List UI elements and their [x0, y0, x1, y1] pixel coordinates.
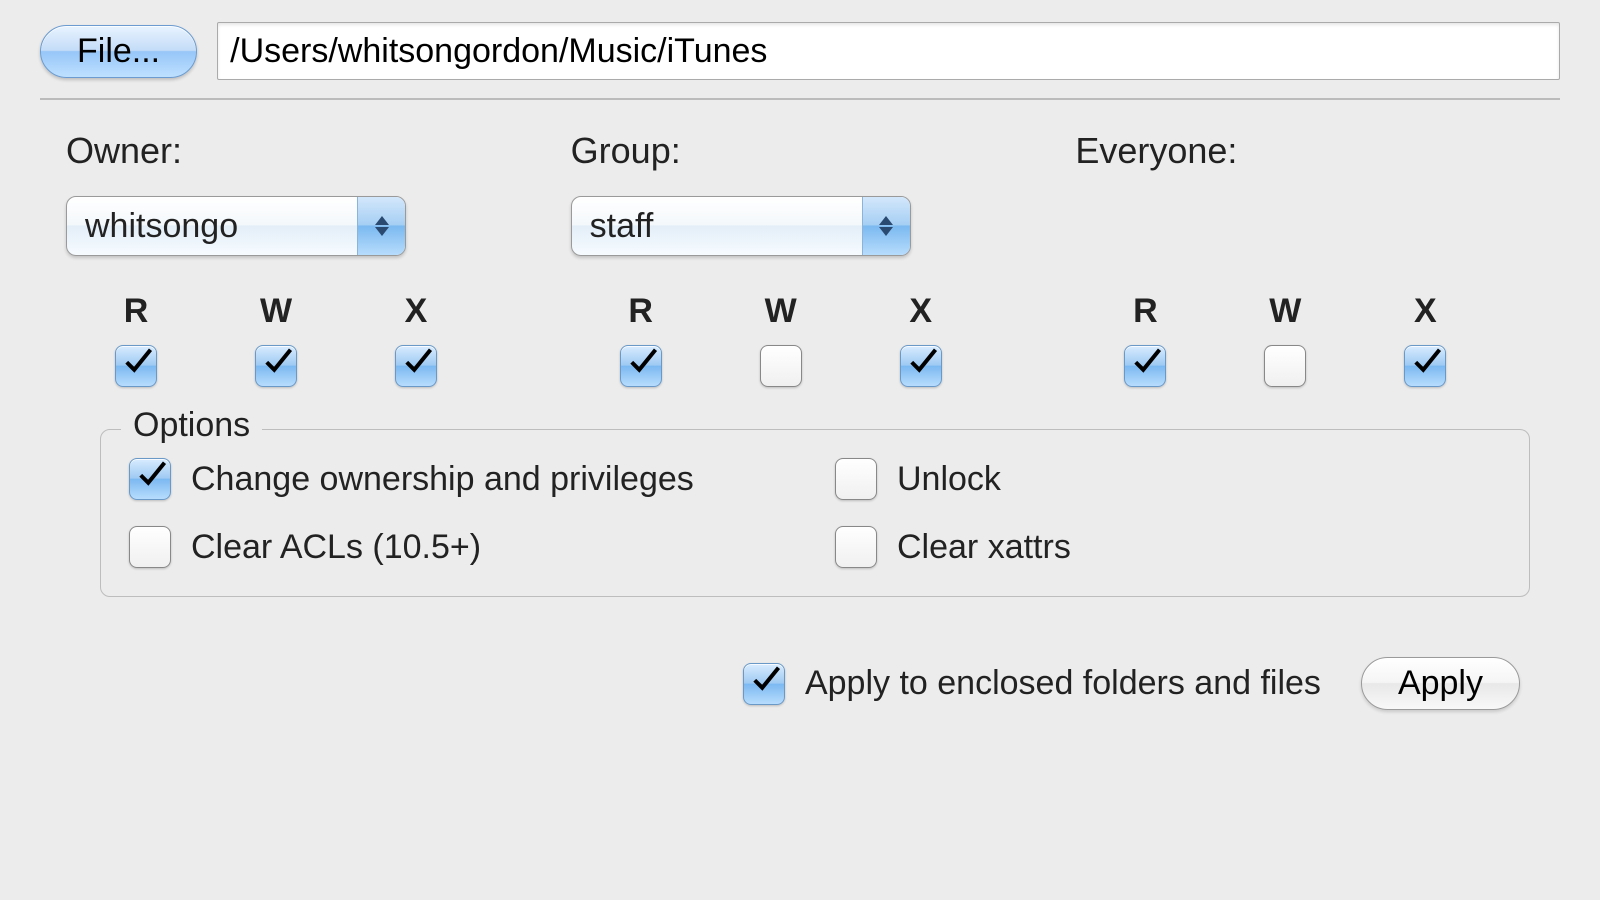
change-ownership-checkbox[interactable] [129, 458, 171, 500]
group-write-checkbox[interactable] [760, 345, 802, 387]
everyone-rwx: R W X [1075, 292, 1560, 387]
owner-select-value: whitsongo [67, 207, 357, 246]
owner-rwx: R W X [66, 292, 551, 387]
path-input[interactable] [217, 22, 1560, 80]
divider [40, 98, 1560, 100]
unlock-checkbox[interactable] [835, 458, 877, 500]
perm-letter-r: R [1133, 292, 1158, 331]
perm-letter-x: X [1414, 292, 1437, 331]
everyone-read-checkbox[interactable] [1124, 345, 1166, 387]
options-legend: Options [121, 406, 262, 445]
group-select-value: staff [572, 207, 862, 246]
owner-read-checkbox[interactable] [115, 345, 157, 387]
updown-icon [357, 197, 405, 255]
group-rwx: R W X [571, 292, 1056, 387]
permissions-row: Owner: whitsongo R W X Group: staff [40, 130, 1560, 387]
group-label: Group: [571, 130, 1056, 172]
group-read-checkbox[interactable] [620, 345, 662, 387]
clear-xattrs-checkbox[interactable] [835, 526, 877, 568]
bottom-row: Apply to enclosed folders and files Appl… [40, 657, 1560, 710]
clear-acls-label: Clear ACLs (10.5+) [191, 528, 481, 567]
everyone-execute-checkbox[interactable] [1404, 345, 1446, 387]
top-row: File... [40, 22, 1560, 80]
apply-enclosed-checkbox[interactable] [743, 663, 785, 705]
perm-letter-r: R [124, 292, 149, 331]
owner-label: Owner: [66, 130, 551, 172]
perm-letter-w: W [765, 292, 797, 331]
everyone-write-checkbox[interactable] [1264, 345, 1306, 387]
change-ownership-label: Change ownership and privileges [191, 460, 694, 499]
perm-letter-x: X [909, 292, 932, 331]
unlock-label: Unlock [897, 460, 1001, 499]
owner-select[interactable]: whitsongo [66, 196, 406, 256]
everyone-column: Everyone: R W X [1075, 130, 1560, 387]
group-column: Group: staff R W X [571, 130, 1056, 387]
apply-enclosed-label: Apply to enclosed folders and files [805, 664, 1321, 703]
clear-xattrs-label: Clear xattrs [897, 528, 1071, 567]
updown-icon [862, 197, 910, 255]
owner-execute-checkbox[interactable] [395, 345, 437, 387]
everyone-label: Everyone: [1075, 130, 1560, 172]
group-select[interactable]: staff [571, 196, 911, 256]
perm-letter-r: R [628, 292, 653, 331]
apply-button[interactable]: Apply [1361, 657, 1520, 710]
owner-write-checkbox[interactable] [255, 345, 297, 387]
file-button[interactable]: File... [40, 25, 197, 78]
clear-acls-checkbox[interactable] [129, 526, 171, 568]
everyone-select-spacer [1075, 196, 1560, 256]
options-group: Options Change ownership and privileges … [100, 429, 1530, 597]
perm-letter-w: W [260, 292, 292, 331]
owner-column: Owner: whitsongo R W X [66, 130, 551, 387]
group-execute-checkbox[interactable] [900, 345, 942, 387]
perm-letter-x: X [405, 292, 428, 331]
perm-letter-w: W [1269, 292, 1301, 331]
